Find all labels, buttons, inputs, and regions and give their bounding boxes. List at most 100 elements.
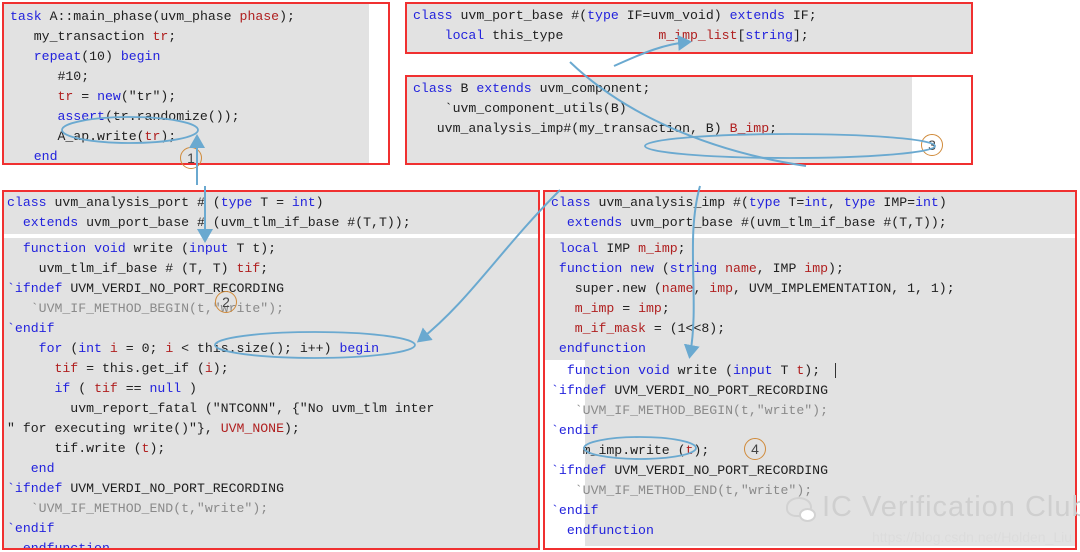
code-token: = this.get_if (	[78, 361, 205, 376]
code-token: `endif	[7, 521, 55, 536]
code-token: m_imp	[638, 241, 678, 256]
code-token: endfunction	[22, 541, 110, 550]
code-token: ("tr");	[120, 89, 177, 104]
code-token: function	[566, 363, 631, 378]
code-token: tr	[144, 129, 161, 144]
code-token: UVM_VERDI_NO_PORT_RECORDING	[606, 383, 828, 398]
text-caret	[835, 363, 836, 378]
code-line: extends uvm_port_base # (uvm_tlm_if_base…	[7, 213, 411, 233]
code-token: UVM_NONE	[220, 421, 284, 436]
code-token: = (1<<8);	[645, 321, 726, 336]
code-token: ,	[693, 281, 710, 296]
annotation-badge-2: 2	[215, 291, 237, 313]
code-token: tif	[54, 361, 79, 376]
code-line: tif = this.get_if (i);	[7, 359, 434, 379]
code-line: `UVM_IF_METHOD_END(t,"write");	[551, 481, 828, 501]
code-token: #10;	[10, 69, 90, 84]
code-line: uvm_tlm_if_base # (T, T) tif;	[7, 259, 434, 279]
code-token: class	[7, 195, 47, 210]
code-token: class	[413, 8, 453, 23]
code-token: function	[22, 241, 87, 256]
code-token: T t);	[228, 241, 277, 256]
code-token: ;	[677, 241, 686, 256]
code-token: end	[33, 149, 58, 164]
code-token: string	[669, 261, 718, 276]
code-token: type	[587, 8, 619, 23]
code-line: if ( tif == null )	[7, 379, 434, 399]
code-token: );	[149, 441, 166, 456]
code-token: name	[725, 261, 757, 276]
code-token: `uvm_component_utils(B)	[413, 101, 627, 116]
code-token: < this.size(); i++)	[173, 341, 340, 356]
code-line: `uvm_component_utils(B)	[413, 99, 777, 119]
code-token: ;	[260, 261, 269, 276]
code-token: tr	[57, 89, 74, 104]
code-token: uvm_report_fatal ("NTCONN", {"No uvm_tlm…	[7, 401, 435, 416]
code-token: IMP=	[875, 195, 916, 210]
code-token: assert	[57, 109, 105, 124]
code-token: int	[78, 341, 102, 356]
code-line: for (int i = 0; i < this.size(); i++) be…	[7, 339, 434, 359]
code-token: begin	[120, 49, 161, 64]
code-token: );	[804, 363, 821, 378]
code-token: void	[94, 241, 126, 256]
code-token: `ifndef	[551, 463, 607, 478]
code-line: `endif	[7, 519, 434, 539]
code-token: ];	[792, 28, 809, 43]
code-token: int	[915, 195, 939, 210]
code-token: endfunction	[566, 523, 654, 538]
code-line: class B extends uvm_component;	[413, 79, 777, 99]
code-token: m_if_mask	[574, 321, 646, 336]
code-token: IF=uvm_void)	[618, 8, 730, 23]
code-line: end	[7, 459, 434, 479]
code-line: tif.write (t);	[7, 439, 434, 459]
annotation-badge-1: 1	[180, 147, 202, 169]
code-token: UVM_VERDI_NO_PORT_RECORDING	[62, 481, 284, 496]
code-token: imp	[804, 261, 829, 276]
code-token: );	[279, 9, 295, 24]
code-token: extends	[22, 215, 79, 230]
code-token: T =	[252, 195, 292, 210]
code-line: tr = new("tr");	[10, 87, 295, 107]
code-token: uvm_analysis_imp #(	[590, 195, 749, 210]
uvm-analysis-imp-mid-code: local IMP m_imp; function new (string na…	[551, 239, 955, 359]
annotation-badge-4: 4	[744, 438, 766, 460]
code-line: `endif	[7, 319, 434, 339]
code-token: ;	[168, 29, 177, 44]
uvm-analysis-port-panel: class uvm_analysis_port # (type T = int)…	[2, 190, 540, 550]
code-line: local this_type m_imp_list[string];	[413, 26, 817, 46]
code-token: );	[828, 261, 844, 276]
code-token: extends	[566, 215, 623, 230]
code-token: endfunction	[558, 341, 646, 356]
code-token: )	[315, 195, 324, 210]
code-token: class	[413, 81, 453, 96]
code-token: imp	[638, 301, 662, 316]
class-b-code: class B extends uvm_component; `uvm_comp…	[413, 79, 777, 139]
code-line: task A::main_phase(uvm_phase phase);	[10, 7, 295, 27]
code-token: );	[693, 443, 710, 458]
code-line: m_if_mask = (1<<8);	[551, 319, 955, 339]
code-token: type	[843, 195, 876, 210]
code-line: my_transaction tr;	[10, 27, 295, 47]
code-token: = 0;	[117, 341, 166, 356]
code-line: function void write (input T t);	[7, 239, 434, 259]
code-token: B	[452, 81, 477, 96]
code-line: repeat(10) begin	[10, 47, 295, 67]
